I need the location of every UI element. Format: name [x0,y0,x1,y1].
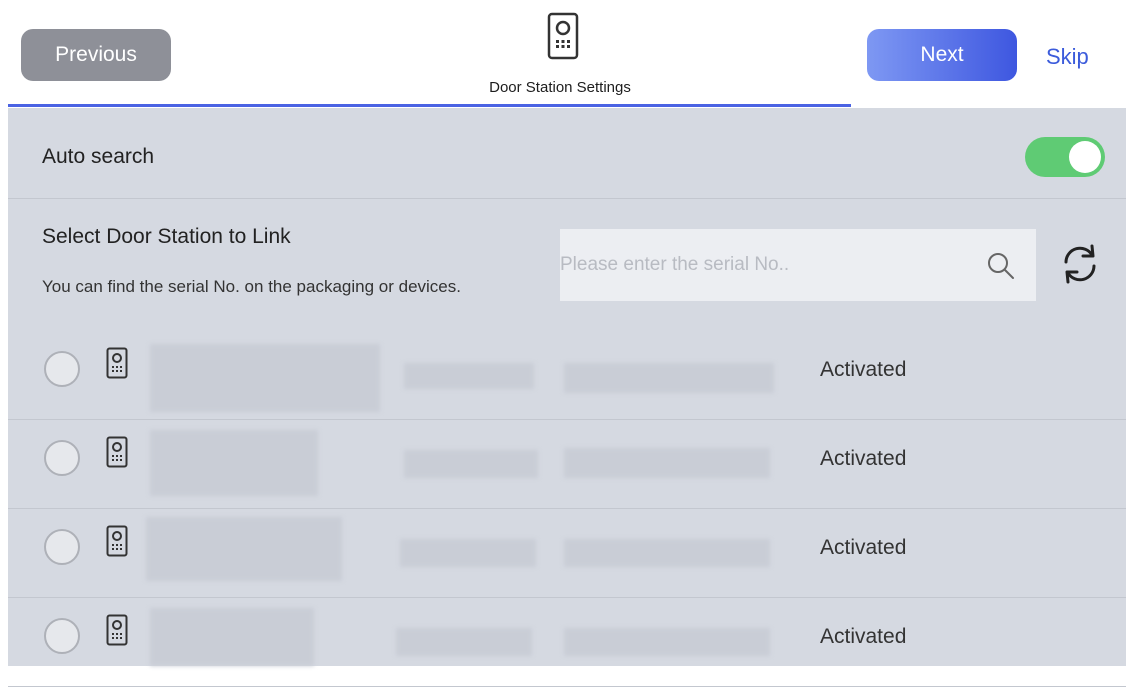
wizard-header: Previous Door Station Settings Next Skip [0,0,1126,110]
device-status: Activated [820,625,907,648]
device-serial-redacted [564,448,770,478]
device-radio[interactable] [44,529,80,565]
select-station-title: Select Door Station to Link [42,225,291,248]
device-name-redacted [150,608,314,666]
device-row[interactable]: Activated [8,598,1126,687]
device-name-redacted [150,430,318,496]
skip-link[interactable]: Skip [1046,44,1089,70]
page-title: Door Station Settings [489,79,631,96]
device-serial-redacted [564,628,770,656]
door-station-icon [106,525,128,562]
door-station-icon [106,347,128,384]
toggle-knob [1069,141,1101,173]
device-radio[interactable] [44,440,80,476]
device-serial-redacted [564,363,774,393]
serial-search-input[interactable] [560,229,970,301]
device-radio[interactable] [44,618,80,654]
content-panel: Auto search Select Door Station to Link … [8,108,1126,687]
progress-indicator [8,104,851,107]
device-model-redacted [404,363,534,389]
auto-search-label: Auto search [42,145,155,168]
device-serial-redacted [564,539,770,567]
door-station-icon [547,12,579,65]
device-model-redacted [396,628,532,656]
auto-search-row: Auto search [8,108,1126,199]
device-model-redacted [400,539,536,567]
previous-button[interactable]: Previous [21,29,171,81]
refresh-icon[interactable] [1058,242,1102,291]
door-station-icon [106,614,128,651]
device-row[interactable]: Activated [8,331,1126,420]
serial-hint-text: You can find the serial No. on the packa… [42,277,461,296]
device-status: Activated [820,447,907,470]
device-row[interactable]: Activated [8,509,1126,598]
door-station-icon [106,436,128,473]
next-button[interactable]: Next [867,29,1017,81]
auto-search-toggle[interactable] [1025,137,1105,177]
device-status: Activated [820,358,907,381]
search-icon[interactable] [986,251,1016,286]
device-row[interactable]: Activated [8,420,1126,509]
device-name-redacted [150,344,380,412]
serial-search-box [560,229,1036,301]
device-name-redacted [146,517,342,581]
device-model-redacted [404,450,538,478]
device-radio[interactable] [44,351,80,387]
device-status: Activated [820,536,907,559]
